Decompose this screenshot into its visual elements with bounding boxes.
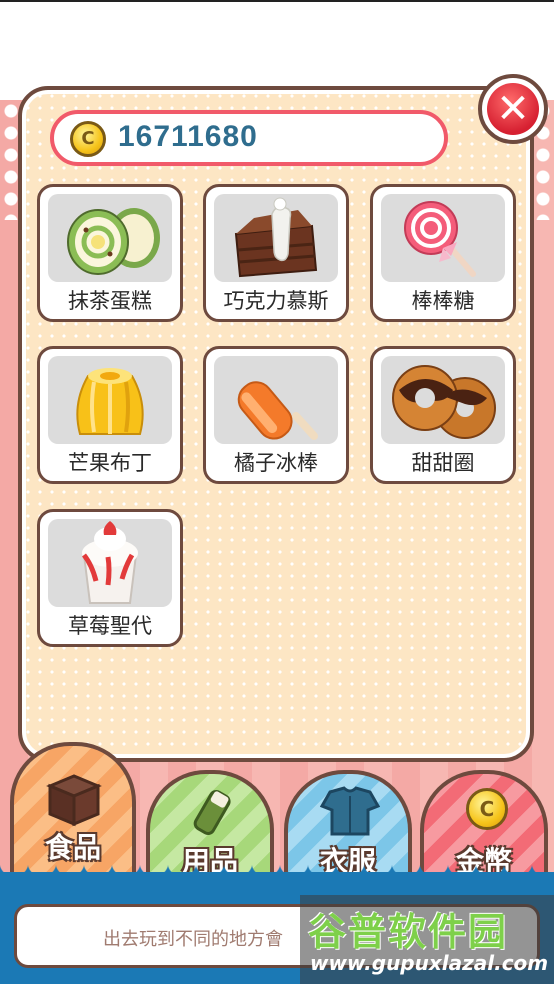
coin-icon: C — [466, 788, 508, 830]
top-blank-area — [0, 0, 554, 100]
coin-balance-value: 16711680 — [118, 120, 258, 153]
chocolate-mousse-icon — [214, 194, 338, 282]
item-orange-popsicle[interactable]: 橘子冰棒 — [203, 346, 349, 484]
item-donut[interactable]: 甜甜圈 — [370, 346, 516, 484]
item-lollipop[interactable]: 棒棒糖 — [370, 184, 516, 322]
item-label: 巧克力慕斯 — [223, 289, 329, 313]
message-text: 出去玩到不同的地方會 — [103, 929, 283, 950]
coin-icon: C — [70, 121, 106, 157]
item-matcha-cake[interactable]: 抹茶蛋糕 — [37, 184, 183, 322]
shirt-icon — [320, 786, 380, 836]
item-label: 甜甜圈 — [411, 451, 475, 475]
watermark: 谷普软件园 www.gupuxlazal.com — [300, 895, 554, 984]
goods-bottle-icon — [193, 790, 231, 835]
lollipop-icon — [381, 194, 505, 282]
food-box-icon — [46, 774, 102, 827]
item-label: 芒果布丁 — [68, 451, 152, 475]
strawberry-sundae-icon — [48, 519, 172, 607]
watermark-title: 谷普软件园 — [308, 910, 509, 954]
item-label: 抹茶蛋糕 — [68, 289, 152, 313]
close-button[interactable]: ✕ — [478, 74, 548, 144]
item-label: 棒棒糖 — [411, 289, 475, 313]
close-icon: ✕ — [487, 83, 539, 135]
item-mango-pudding[interactable]: 芒果布丁 — [37, 346, 183, 484]
coin-balance-bar: C 16711680 — [50, 110, 448, 166]
mango-pudding-icon — [48, 356, 172, 444]
item-chocolate-mousse[interactable]: 巧克力慕斯 — [203, 184, 349, 322]
matcha-roll-cake-icon — [48, 194, 172, 282]
donut-icon — [381, 356, 505, 444]
item-label: 草莓聖代 — [68, 614, 152, 638]
item-label: 橘子冰棒 — [234, 451, 318, 475]
watermark-url: www.gupuxlazal.com — [310, 951, 549, 975]
tab-label: 食品 — [44, 831, 101, 864]
orange-popsicle-icon — [214, 356, 338, 444]
item-strawberry-sundae[interactable]: 草莓聖代 — [37, 509, 183, 647]
